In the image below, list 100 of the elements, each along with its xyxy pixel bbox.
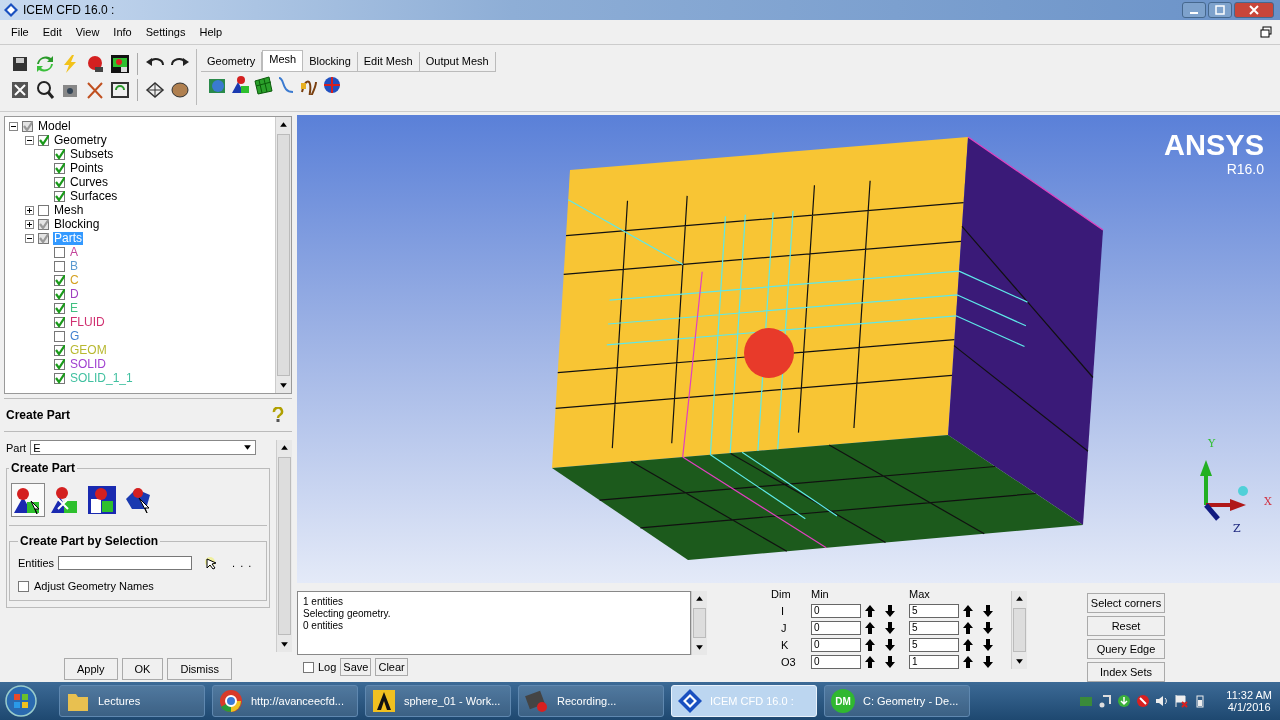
checkbox[interactable] xyxy=(54,302,65,314)
up-arrow-icon[interactable] xyxy=(963,604,973,617)
clock-date[interactable]: 4/1/2016 xyxy=(1227,701,1271,714)
tree-item[interactable]: Surfaces xyxy=(69,189,119,203)
checkbox[interactable] xyxy=(38,134,49,146)
dropdown-arrow-icon[interactable] xyxy=(243,443,253,453)
download-icon[interactable] xyxy=(1117,694,1132,709)
taskbar-item[interactable]: http://avanceecfd... xyxy=(212,685,358,718)
entities-field[interactable] xyxy=(58,556,193,571)
expander-icon[interactable] xyxy=(25,205,34,215)
fit-view-icon[interactable] xyxy=(10,79,30,100)
down-arrow-icon[interactable] xyxy=(885,604,895,617)
up-arrow-icon[interactable] xyxy=(865,638,875,651)
help-icon[interactable] xyxy=(272,407,284,424)
max-field[interactable]: 1 xyxy=(909,654,959,669)
min-field[interactable]: 0 xyxy=(811,603,861,618)
scroll-down-icon[interactable] xyxy=(279,381,288,391)
scroll-up-icon[interactable] xyxy=(279,120,288,130)
checkbox[interactable] xyxy=(54,316,65,328)
dialog-button[interactable]: Dismiss xyxy=(167,658,232,681)
log-button[interactable]: Save xyxy=(340,658,372,677)
taskbar-item[interactable]: DM C: Geometry - De... xyxy=(824,685,970,718)
tree-item[interactable]: Mesh xyxy=(53,203,85,217)
checkbox[interactable] xyxy=(54,288,65,300)
taskbar-item[interactable]: Recording... xyxy=(518,685,664,718)
clock-time[interactable]: 11:32 AM xyxy=(1226,689,1272,702)
up-arrow-icon[interactable] xyxy=(865,655,875,668)
scroll-up-icon[interactable] xyxy=(695,594,704,604)
dialog-button[interactable]: Apply xyxy=(64,658,118,681)
checkbox[interactable] xyxy=(54,148,65,160)
start-button[interactable] xyxy=(4,684,38,719)
scroll-down-icon[interactable] xyxy=(280,640,289,650)
scrollbar[interactable] xyxy=(276,440,292,653)
checkbox[interactable] xyxy=(54,162,65,174)
mesh-grid-icon[interactable] xyxy=(253,74,273,95)
tab[interactable]: Output Mesh xyxy=(419,51,496,71)
colormap-icon[interactable] xyxy=(110,53,130,74)
min-field[interactable]: 0 xyxy=(811,654,861,669)
more-button[interactable]: . . . xyxy=(232,557,253,570)
max-field[interactable]: 5 xyxy=(909,637,959,652)
scroll-up-icon[interactable] xyxy=(1015,594,1024,604)
checkbox[interactable] xyxy=(54,330,65,342)
restore-icon[interactable] xyxy=(1260,25,1272,38)
checkbox[interactable] xyxy=(54,372,65,384)
tree-item[interactable]: D xyxy=(69,287,80,301)
menu-item[interactable]: Settings xyxy=(138,25,193,38)
tree-item[interactable]: Geometry xyxy=(53,133,108,147)
down-arrow-icon[interactable] xyxy=(983,621,993,634)
min-field[interactable]: 0 xyxy=(811,637,861,652)
action-button[interactable]: Reset xyxy=(1087,616,1165,637)
menu-item[interactable]: View xyxy=(68,25,107,38)
checkbox[interactable] xyxy=(54,358,65,370)
tree-item[interactable]: A xyxy=(69,245,79,259)
checkbox[interactable] xyxy=(54,260,65,272)
log-button[interactable]: Clear xyxy=(375,658,408,677)
menu-item[interactable]: Info xyxy=(106,25,139,38)
solid-icon[interactable] xyxy=(170,79,190,100)
tab[interactable]: Blocking xyxy=(303,51,358,71)
tree-item[interactable]: Subsets xyxy=(69,147,115,161)
checkbox[interactable] xyxy=(54,190,65,202)
tree-item[interactable]: Blocking xyxy=(53,217,101,231)
scrollbar[interactable] xyxy=(1011,591,1027,670)
menu-item[interactable]: Help xyxy=(192,25,230,38)
tree-item[interactable]: Model xyxy=(37,119,72,133)
refresh-icon[interactable] xyxy=(35,53,55,74)
tree-item[interactable]: G xyxy=(69,329,81,343)
up-arrow-icon[interactable] xyxy=(963,655,973,668)
sphere-icon[interactable] xyxy=(85,53,105,74)
tab[interactable]: Mesh xyxy=(262,49,304,71)
wireframe-icon[interactable] xyxy=(145,79,165,100)
menu-item[interactable]: File xyxy=(4,25,36,38)
expander-icon[interactable] xyxy=(25,135,34,145)
tree-item[interactable]: Curves xyxy=(69,175,109,189)
scroll-down-icon[interactable] xyxy=(695,643,704,653)
scroll-up-icon[interactable] xyxy=(280,443,289,453)
up-arrow-icon[interactable] xyxy=(865,621,875,634)
min-field[interactable]: 0 xyxy=(811,620,861,635)
checkbox[interactable] xyxy=(54,274,65,286)
expander-icon[interactable] xyxy=(25,219,34,229)
dialog-button[interactable]: OK xyxy=(121,658,164,681)
checkbox[interactable] xyxy=(54,344,65,356)
checkbox[interactable] xyxy=(38,218,49,230)
up-arrow-icon[interactable] xyxy=(865,604,875,617)
tab[interactable]: Edit Mesh xyxy=(357,51,420,71)
checkbox[interactable] xyxy=(18,580,29,592)
shapes-icon[interactable] xyxy=(230,74,250,95)
part-dropdown[interactable]: E xyxy=(30,440,257,456)
checkbox[interactable] xyxy=(54,246,65,258)
taskbar-item[interactable]: Lectures xyxy=(59,685,205,718)
maximize-button[interactable] xyxy=(1208,1,1232,18)
expander-icon[interactable] xyxy=(25,233,34,243)
tree-item[interactable]: FLUID xyxy=(69,315,106,329)
pointer-icon[interactable] xyxy=(204,556,219,571)
max-field[interactable]: 5 xyxy=(909,603,959,618)
minimize-button[interactable] xyxy=(1182,1,1206,18)
up-arrow-icon[interactable] xyxy=(963,621,973,634)
viewport[interactable]: ANSYS R16.0 Y X Z xyxy=(297,115,1280,584)
max-field[interactable]: 5 xyxy=(909,620,959,635)
checkbox[interactable] xyxy=(38,204,49,216)
zoom-icon[interactable] xyxy=(35,79,55,100)
